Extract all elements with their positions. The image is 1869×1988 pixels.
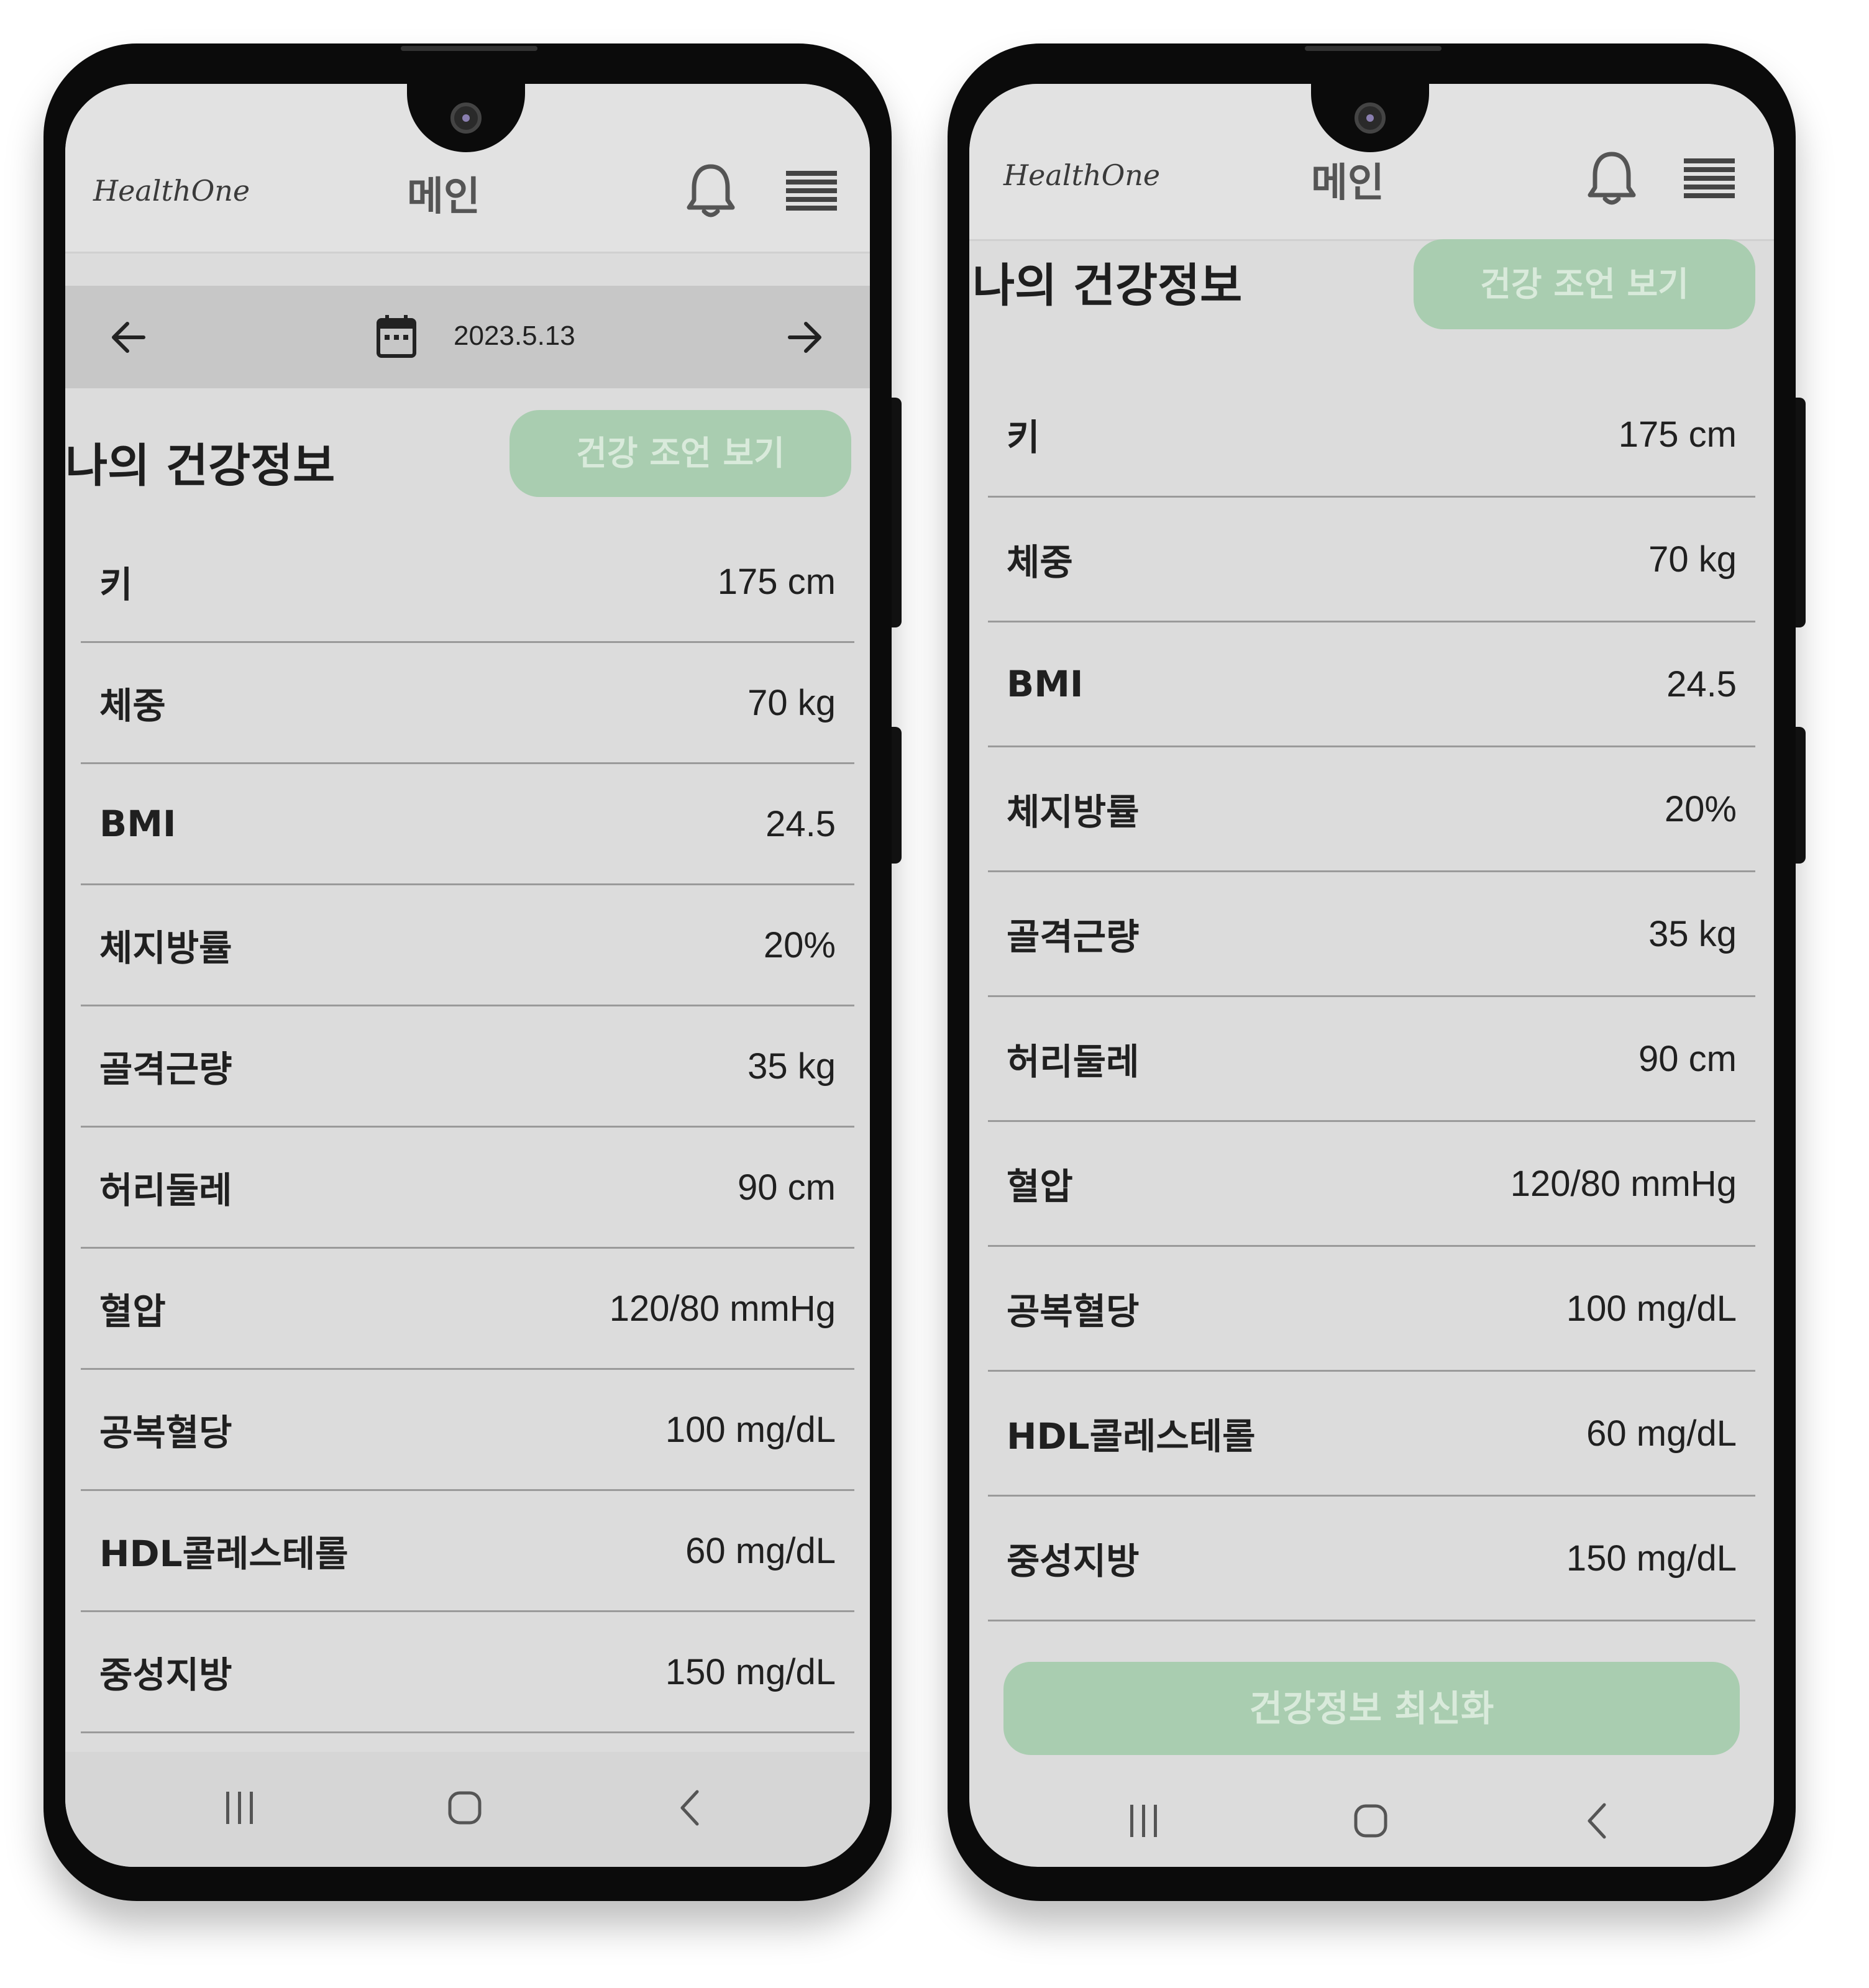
- recents-icon[interactable]: [1128, 1803, 1160, 1838]
- health-row: 중성지방 150 mg/dL: [988, 1497, 1755, 1621]
- health-row-value: 150 mg/dL: [1566, 1538, 1737, 1579]
- health-row-label: 체지방률: [1007, 791, 1140, 833]
- health-row-label: BMI: [99, 803, 176, 845]
- bell-icon[interactable]: [1588, 149, 1636, 206]
- volume-button: [1796, 398, 1806, 627]
- health-row-value: 35 kg: [1648, 913, 1737, 954]
- health-row: 혈압 120/80 mmHg: [988, 1122, 1755, 1247]
- home-icon[interactable]: [1353, 1803, 1388, 1838]
- health-row: 공복혈당 100 mg/dL: [81, 1370, 854, 1491]
- health-row-value: 24.5: [1666, 663, 1737, 704]
- health-row-label: HDL콜레스테롤: [99, 1533, 349, 1575]
- health-row-label: 허리둘레: [1007, 1041, 1140, 1083]
- volume-button: [892, 398, 902, 627]
- front-camera: [450, 103, 482, 134]
- health-row: 혈압 120/80 mmHg: [81, 1249, 854, 1370]
- health-row-label: 중성지방: [99, 1654, 232, 1696]
- health-row-label: 골격근량: [1007, 916, 1140, 958]
- health-row-value: 60 mg/dL: [1586, 1413, 1737, 1454]
- health-row: 골격근량 35 kg: [81, 1006, 854, 1128]
- health-row-label: 공복혈당: [99, 1411, 232, 1454]
- health-row: 키 175 cm: [81, 522, 854, 643]
- health-row: 공복혈당 100 mg/dL: [988, 1247, 1755, 1372]
- system-nav-bar: [65, 1752, 870, 1867]
- health-row-label: 키: [99, 563, 133, 606]
- back-icon[interactable]: [1584, 1802, 1609, 1840]
- refresh-health-info-button[interactable]: 건강정보 최신화: [1003, 1662, 1740, 1755]
- arrow-right-icon[interactable]: [786, 318, 825, 357]
- earpiece-speaker: [1305, 46, 1442, 51]
- health-row-label: 골격근량: [99, 1048, 232, 1090]
- section-title: 나의 건강정보: [65, 439, 336, 493]
- health-row-label: 혈압: [1007, 1165, 1073, 1208]
- health-row-label: 체중: [99, 685, 166, 727]
- bell-icon[interactable]: [687, 162, 735, 219]
- health-row-value: 70 kg: [1648, 539, 1737, 580]
- health-row-value: 35 kg: [747, 1046, 836, 1087]
- health-row: HDL콜레스테롤 60 mg/dL: [81, 1491, 854, 1612]
- health-row-label: 체중: [1007, 541, 1073, 583]
- health-row-value: 90 cm: [738, 1167, 836, 1208]
- system-nav-bar: [969, 1774, 1774, 1867]
- app-logo: HealthOne: [93, 174, 250, 207]
- page-title: 메인: [1311, 160, 1384, 206]
- hamburger-menu-icon[interactable]: [786, 171, 837, 211]
- health-row-label: BMI: [1007, 663, 1084, 705]
- app-logo: HealthOne: [1003, 158, 1161, 192]
- recents-icon[interactable]: [224, 1790, 256, 1825]
- health-row-value: 20%: [1664, 788, 1737, 829]
- date-label: 2023.5.13: [454, 321, 575, 351]
- health-row-value: 20%: [763, 924, 836, 965]
- power-button: [892, 727, 902, 864]
- health-row: BMI 24.5: [81, 764, 854, 885]
- health-row-label: 허리둘레: [99, 1169, 232, 1211]
- advice-button[interactable]: 건강 조언 보기: [1414, 239, 1755, 329]
- back-icon[interactable]: [677, 1789, 702, 1826]
- health-row: 체지방률 20%: [81, 885, 854, 1006]
- health-row-value: 100 mg/dL: [665, 1409, 836, 1450]
- health-row-label: 체지방률: [99, 927, 232, 969]
- front-camera: [1355, 103, 1386, 134]
- health-row-value: 60 mg/dL: [685, 1530, 836, 1571]
- page-title: 메인: [407, 174, 480, 220]
- hamburger-menu-icon[interactable]: [1684, 158, 1735, 198]
- health-row-label: 키: [1007, 416, 1040, 458]
- calendar-icon[interactable]: [376, 314, 417, 358]
- health-row-value: 120/80 mmHg: [609, 1288, 836, 1329]
- health-row: 체중 70 kg: [988, 498, 1755, 622]
- health-row: 중성지방 150 mg/dL: [81, 1612, 854, 1733]
- health-row-value: 175 cm: [717, 561, 836, 602]
- health-row: 키 175 cm: [988, 373, 1755, 498]
- phone-left: HealthOne 메인 2023.5.13 나의 건강정보 건강 조언 보기 …: [43, 43, 902, 1901]
- health-row-label: HDL콜레스테롤: [1007, 1415, 1256, 1457]
- health-row-value: 70 kg: [747, 682, 836, 723]
- earpiece-speaker: [401, 46, 537, 51]
- power-button: [1796, 727, 1806, 864]
- health-row-value: 150 mg/dL: [665, 1651, 836, 1692]
- advice-button[interactable]: 건강 조언 보기: [510, 410, 851, 497]
- arrow-left-icon[interactable]: [109, 318, 147, 357]
- health-row: HDL콜레스테롤 60 mg/dL: [988, 1372, 1755, 1497]
- home-icon[interactable]: [447, 1790, 482, 1825]
- section-title: 나의 건강정보: [972, 259, 1243, 312]
- health-row: BMI 24.5: [988, 622, 1755, 747]
- screen-right: HealthOne 메인 나의 건강정보 건강 조언 보기 키 175 cm 체중 7…: [969, 84, 1774, 1867]
- health-row: 체지방률 20%: [988, 747, 1755, 872]
- health-row: 허리둘레 90 cm: [81, 1128, 854, 1249]
- health-row: 허리둘레 90 cm: [988, 997, 1755, 1122]
- phone-right: HealthOne 메인 나의 건강정보 건강 조언 보기 키 175 cm 체중 7…: [948, 43, 1806, 1901]
- health-row: 체중 70 kg: [81, 643, 854, 764]
- health-row-value: 120/80 mmHg: [1510, 1163, 1737, 1204]
- health-row-label: 공복혈당: [1007, 1290, 1140, 1333]
- health-row: 골격근량 35 kg: [988, 872, 1755, 997]
- health-row-value: 90 cm: [1638, 1038, 1737, 1079]
- health-row-label: 중성지방: [1007, 1540, 1140, 1582]
- screen-left: HealthOne 메인 2023.5.13 나의 건강정보 건강 조언 보기 …: [65, 84, 870, 1867]
- health-row-value: 24.5: [765, 803, 836, 844]
- health-row-label: 혈압: [99, 1290, 166, 1333]
- date-navigator: 2023.5.13: [65, 286, 870, 388]
- health-row-value: 100 mg/dL: [1566, 1288, 1737, 1329]
- health-row-value: 175 cm: [1618, 414, 1737, 455]
